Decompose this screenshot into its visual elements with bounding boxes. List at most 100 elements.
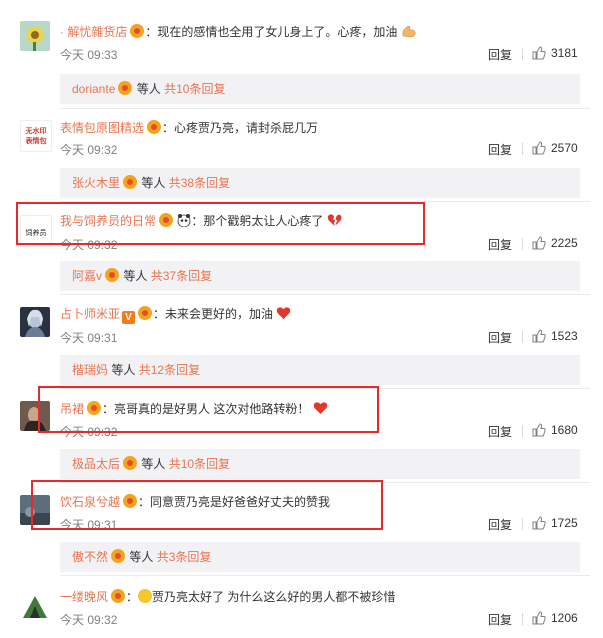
- like-button[interactable]: 3181: [532, 46, 578, 60]
- reply-count-link[interactable]: 共3条回复: [157, 550, 212, 564]
- sub-reply-bar[interactable]: 阿嘉v 等人 共37条回复: [60, 261, 580, 291]
- reply-button[interactable]: 回复: [488, 611, 512, 628]
- vip-icon: [118, 81, 133, 95]
- divider: [522, 425, 523, 437]
- avatar-image: [20, 21, 50, 51]
- comment-time: 09:33: [87, 48, 118, 62]
- comment-username[interactable]: 表情包原图精选: [60, 121, 144, 135]
- comment-time: 09:31: [87, 331, 118, 345]
- sub-reply-bar[interactable]: doriante 等人 共10条回复: [60, 74, 580, 104]
- divider: [522, 331, 523, 343]
- reply-button[interactable]: 回复: [488, 236, 512, 253]
- thumbs-up-icon: [532, 329, 546, 343]
- avatar[interactable]: [20, 21, 50, 51]
- etc-label: 等人: [129, 550, 154, 564]
- like-button[interactable]: 1523: [532, 329, 578, 343]
- avatar-image: [20, 590, 50, 620]
- like-button[interactable]: 1680: [532, 423, 578, 437]
- thumbs-up-icon: [532, 423, 546, 437]
- vip-icon: [138, 306, 153, 320]
- sub-reply-bar[interactable]: 楷瑞妈 等人 共12条回复: [60, 355, 580, 385]
- avatar-image: 无水印 表情包: [21, 121, 51, 151]
- reply-count-link[interactable]: 共38条回复: [169, 176, 230, 190]
- etc-label: 等人: [123, 269, 148, 283]
- thumbs-up-icon: [532, 141, 546, 155]
- reply-author[interactable]: 阿嘉v: [72, 269, 102, 283]
- time-prefix: 今天: [60, 143, 85, 157]
- etc-label: 等人: [141, 457, 166, 471]
- like-button[interactable]: 1725: [532, 516, 578, 530]
- thumbs-up-icon: [532, 611, 546, 625]
- divider: [60, 108, 590, 109]
- avatar[interactable]: [20, 307, 50, 337]
- comment-username[interactable]: 一缕晚风: [60, 590, 108, 604]
- like-button[interactable]: 1206: [532, 611, 578, 625]
- like-count: 2225: [551, 236, 578, 250]
- avatar[interactable]: [20, 590, 50, 620]
- reply-author[interactable]: 楷瑞妈: [72, 363, 108, 377]
- etc-label: 等人: [136, 82, 161, 96]
- reply-button[interactable]: 回复: [488, 423, 512, 440]
- like-button[interactable]: 2225: [532, 236, 578, 250]
- comment-text: 现在的感情也全用了女儿身上了。心疼，加油: [157, 25, 398, 39]
- avatar-image: [20, 307, 50, 337]
- reply-count-link[interactable]: 共10条回复: [169, 457, 230, 471]
- time-prefix: 今天: [60, 331, 85, 345]
- reply-button[interactable]: 回复: [488, 329, 512, 346]
- reply-count-link[interactable]: 共12条回复: [139, 363, 200, 377]
- svg-text:无水印: 无水印: [25, 126, 47, 135]
- crying-face-icon: [138, 589, 153, 603]
- thumbs-up-icon: [532, 46, 546, 60]
- etc-label: 等人: [141, 176, 166, 190]
- divider: [60, 294, 590, 295]
- comment-text: 未来会更好的，加油: [165, 307, 274, 321]
- reply-author[interactable]: 傲不然: [72, 550, 108, 564]
- divider: [522, 613, 523, 625]
- time-prefix: 今天: [60, 613, 85, 627]
- colon: ：: [162, 121, 175, 135]
- comment-time: 09:32: [87, 143, 118, 157]
- sub-reply-bar[interactable]: 极品太后 等人 共10条回复: [60, 449, 580, 479]
- reply-count-link[interactable]: 共37条回复: [151, 269, 212, 283]
- highlight-box: [31, 480, 383, 530]
- reply-author[interactable]: 极品太后: [72, 457, 120, 471]
- time-prefix: 今天: [60, 48, 85, 62]
- colon: ：: [153, 307, 166, 321]
- sub-reply-bar[interactable]: 傲不然 等人 共3条回复: [60, 542, 580, 572]
- like-count: 1206: [551, 611, 578, 625]
- sub-reply-bar[interactable]: 张火木里 等人 共38条回复: [60, 168, 580, 198]
- avatar[interactable]: 无水印 表情包: [20, 120, 52, 152]
- like-button[interactable]: 2570: [532, 141, 578, 155]
- like-count: 1680: [551, 423, 578, 437]
- thumbs-up-icon: [532, 236, 546, 250]
- like-count: 1725: [551, 516, 578, 530]
- divider: [522, 143, 523, 155]
- vip-icon: [147, 120, 162, 134]
- divider: [522, 238, 523, 250]
- verified-badge-icon: V: [122, 311, 136, 324]
- like-count: 3181: [551, 46, 578, 60]
- comment-text: 贾乃亮太好了 为什么这么好的男人都不被珍惜: [152, 590, 396, 604]
- reply-button[interactable]: 回复: [488, 46, 512, 63]
- vip-icon: [123, 456, 138, 470]
- colon: ：: [145, 25, 158, 39]
- reply-count-link[interactable]: 共10条回复: [164, 82, 225, 96]
- vip-icon: [111, 589, 126, 603]
- highlight-box: [16, 202, 425, 245]
- comment-username[interactable]: 占卜师米亚: [60, 307, 120, 321]
- vip-icon: [111, 549, 126, 563]
- reply-button[interactable]: 回复: [488, 516, 512, 533]
- vip-icon: [130, 24, 145, 38]
- reply-button[interactable]: 回复: [488, 141, 512, 158]
- reply-author[interactable]: 张火木里: [72, 176, 120, 190]
- reply-author[interactable]: doriante: [72, 82, 115, 96]
- comment-username[interactable]: · 解忧雜货店: [60, 25, 127, 39]
- highlight-box: [38, 386, 379, 433]
- divider: [522, 48, 523, 60]
- flexed-biceps-icon: [402, 25, 416, 38]
- thumbs-up-icon: [532, 516, 546, 530]
- vip-icon: [123, 175, 138, 189]
- svg-text:表情包: 表情包: [25, 136, 47, 145]
- divider: [60, 575, 590, 576]
- divider: [522, 518, 523, 530]
